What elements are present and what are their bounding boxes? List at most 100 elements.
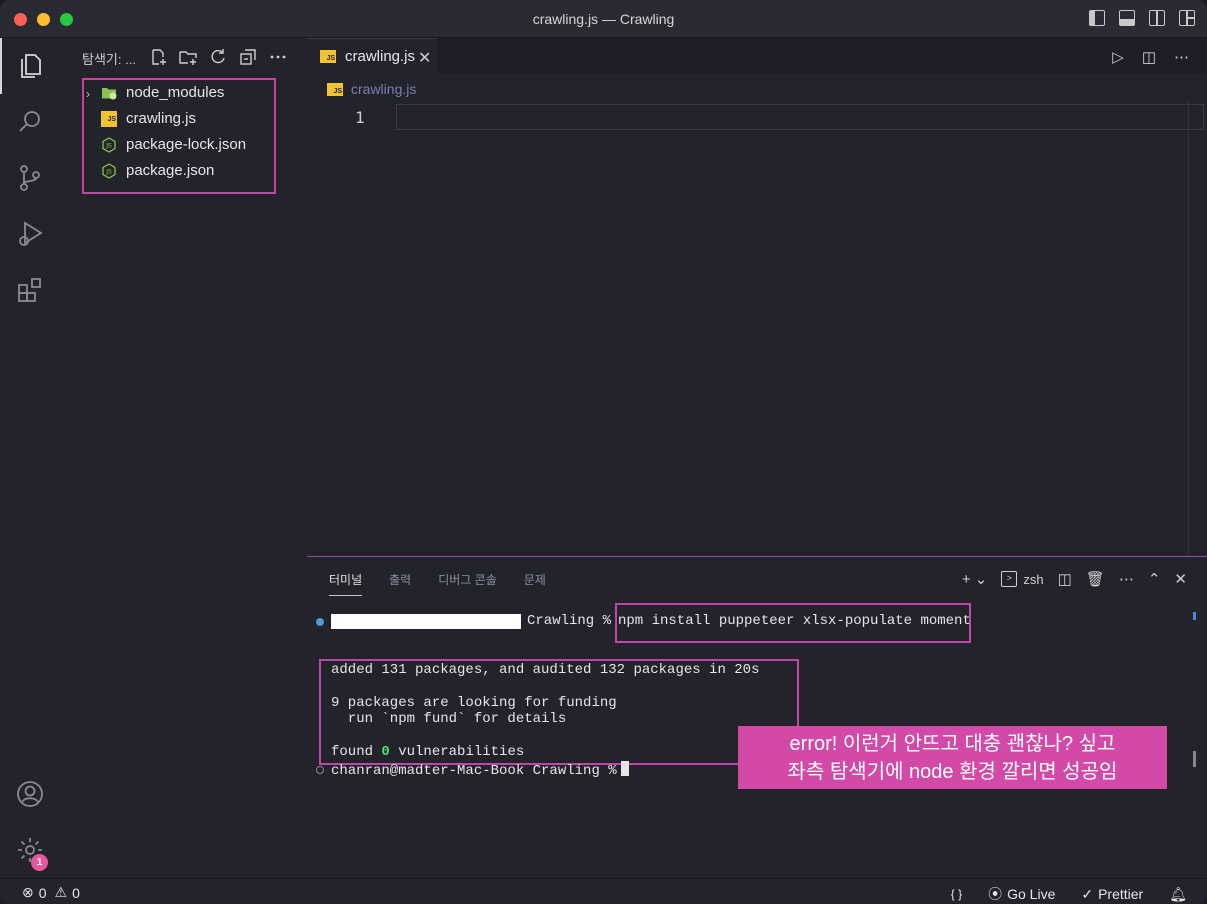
shell-selector[interactable]: > zsh bbox=[1001, 571, 1044, 587]
tree-item-label: package-lock.json bbox=[126, 136, 247, 153]
editor-scrollbar[interactable] bbox=[1188, 100, 1189, 556]
shell-name: zsh bbox=[1023, 571, 1044, 587]
annotation-line: error! 이런거 안뜨고 대충 괜찮나? 싶고 bbox=[789, 733, 1116, 755]
warning-icon: ⚠︎ bbox=[54, 884, 68, 900]
tree-item-crawling-js[interactable]: JS crawling.js bbox=[84, 106, 274, 132]
toggle-secondary-sidebar-icon[interactable] bbox=[1149, 10, 1165, 26]
node-json-icon: JS bbox=[102, 137, 116, 153]
run-debug-icon[interactable] bbox=[0, 206, 60, 262]
settings-badge: 1 bbox=[31, 854, 48, 871]
terminal-icon: > bbox=[1001, 571, 1018, 587]
activity-bar: 1 bbox=[0, 38, 60, 878]
run-file-icon[interactable]: ▷ bbox=[1112, 48, 1124, 66]
window-title: crawling.js — Crawling bbox=[532, 11, 675, 27]
tree-item-label: node_modules bbox=[126, 84, 225, 101]
editor-tabs: JS crawling.js ✕ ▷ ◫ ⋯ bbox=[307, 38, 1207, 74]
editor-actions: ▷ ◫ ⋯ bbox=[1112, 48, 1189, 66]
status-bar: ⊗ 0 ⚠︎ 0 { } ⦿ Go Live ✓ Prettier 🔔︎ bbox=[0, 878, 1207, 904]
status-right: { } ⦿ Go Live ✓ Prettier 🔔︎ bbox=[951, 884, 1187, 904]
vscode-window: crawling.js — Crawling 1 탐색기: ... › node… bbox=[0, 0, 1207, 904]
redacted-username bbox=[331, 614, 521, 629]
tab-label: crawling.js bbox=[345, 48, 416, 65]
account-icon[interactable] bbox=[0, 766, 60, 822]
svg-text:JS: JS bbox=[105, 143, 112, 150]
terminal-cursor bbox=[620, 761, 629, 776]
panel-tabs: 터미널 출력 디버그 콘솔 문제 bbox=[329, 571, 546, 596]
final-prompt-text: chanran@madter-Mac-Book Crawling % bbox=[331, 763, 617, 779]
command-highlight bbox=[615, 603, 971, 643]
collapse-all-icon[interactable] bbox=[238, 47, 258, 67]
more-actions-icon[interactable]: ⋯ bbox=[1119, 570, 1134, 588]
explorer-icon[interactable] bbox=[0, 38, 60, 94]
go-live-label: Go Live bbox=[1007, 886, 1056, 902]
tab-crawling-js[interactable]: JS crawling.js ✕ bbox=[307, 38, 437, 74]
breadcrumb-file: crawling.js bbox=[351, 81, 417, 97]
tab-problems[interactable]: 문제 bbox=[524, 571, 546, 596]
new-file-icon[interactable] bbox=[148, 47, 168, 67]
panel-actions: + ⌄ > zsh ◫ 🗑︎ ⋯ ⌃ ✕ bbox=[962, 570, 1187, 588]
annotation-line: 좌측 탐색기에 node 환경 깔리면 성공임 bbox=[787, 761, 1118, 783]
settings-gear-icon[interactable]: 1 bbox=[0, 822, 60, 878]
trash-icon[interactable]: 🗑︎ bbox=[1086, 570, 1105, 588]
problems-status[interactable]: ⊗ 0 ⚠︎ 0 bbox=[22, 884, 80, 901]
js-file-icon: JS bbox=[320, 50, 336, 63]
breadcrumb[interactable]: JS crawling.js bbox=[327, 81, 416, 97]
final-prompt[interactable]: chanran@madter-Mac-Book Crawling % bbox=[331, 761, 629, 779]
customize-layout-icon[interactable] bbox=[1179, 10, 1195, 26]
more-actions-icon[interactable]: ⋯ bbox=[1174, 48, 1189, 66]
node-json-icon: JS bbox=[102, 163, 116, 179]
refresh-icon[interactable] bbox=[208, 47, 228, 67]
prettier-button[interactable]: ✓ Prettier bbox=[1081, 886, 1143, 903]
tree-item-node-modules[interactable]: › node_modules bbox=[84, 80, 274, 106]
terminal-panel: 터미널 출력 디버그 콘솔 문제 + ⌄ > zsh ◫ 🗑︎ ⋯ ⌃ ✕ Cr… bbox=[307, 556, 1207, 878]
close-tab-icon[interactable]: ✕ bbox=[418, 48, 431, 68]
extensions-icon[interactable] bbox=[0, 262, 60, 318]
prompt-dir: Crawling % bbox=[527, 613, 612, 629]
broadcast-icon: ⦿ bbox=[988, 886, 1003, 902]
source-control-icon[interactable] bbox=[0, 150, 60, 206]
error-icon: ⊗ bbox=[22, 884, 34, 900]
svg-text:JS: JS bbox=[105, 169, 112, 176]
search-icon[interactable] bbox=[0, 94, 60, 150]
editor-area: JS crawling.js ✕ ▷ ◫ ⋯ JS crawling.js 1 bbox=[307, 38, 1207, 556]
double-check-icon: ✓ bbox=[1081, 885, 1094, 902]
tree-item-package-json[interactable]: JS package.json bbox=[84, 158, 274, 184]
terminal-scrollbar[interactable] bbox=[1193, 751, 1196, 767]
go-live-button[interactable]: ⦿ Go Live bbox=[988, 884, 1055, 904]
terminal-scroll-marker bbox=[1193, 612, 1196, 620]
tree-item-label: package.json bbox=[126, 162, 215, 179]
layout-controls bbox=[1089, 10, 1195, 26]
split-terminal-icon[interactable]: ◫ bbox=[1058, 570, 1072, 588]
command-success-dot[interactable] bbox=[316, 618, 324, 626]
js-file-icon: JS bbox=[327, 82, 343, 96]
close-panel-icon[interactable]: ✕ bbox=[1174, 570, 1187, 588]
explorer-actions bbox=[148, 47, 288, 67]
notifications-bell-icon[interactable]: 🔔︎ bbox=[1169, 886, 1187, 903]
split-editor-icon[interactable]: ◫ bbox=[1142, 48, 1156, 66]
new-folder-icon[interactable] bbox=[178, 47, 198, 67]
explorer-header: 탐색기: ... bbox=[82, 52, 136, 67]
toggle-panel-icon[interactable] bbox=[1119, 10, 1135, 26]
tree-item-package-lock-json[interactable]: JS package-lock.json bbox=[84, 132, 274, 158]
js-file-icon: JS bbox=[101, 111, 117, 127]
code-line[interactable] bbox=[396, 104, 1204, 130]
warning-count: 0 bbox=[72, 884, 80, 901]
error-count: 0 bbox=[38, 884, 47, 901]
output-highlight bbox=[319, 659, 799, 765]
folder-node-icon bbox=[102, 88, 117, 100]
tree-item-label: crawling.js bbox=[126, 110, 197, 127]
new-terminal-icon[interactable]: + ⌄ bbox=[962, 570, 988, 588]
language-mode[interactable]: { } bbox=[951, 887, 962, 901]
line-number: 1 bbox=[355, 108, 365, 127]
prettier-label: Prettier bbox=[1098, 886, 1144, 902]
tab-output[interactable]: 출력 bbox=[389, 571, 411, 596]
title-bar: crawling.js — Crawling bbox=[0, 0, 1207, 38]
explorer-sidebar: 탐색기: ... › node_modules JS crawling.js J… bbox=[60, 38, 306, 878]
tab-terminal[interactable]: 터미널 bbox=[329, 571, 363, 596]
toggle-primary-sidebar-icon[interactable] bbox=[1089, 10, 1105, 26]
tab-debug-console[interactable]: 디버그 콘솔 bbox=[438, 571, 497, 596]
more-actions-icon[interactable] bbox=[268, 47, 288, 67]
file-tree-highlight: › node_modules JS crawling.js JS package… bbox=[82, 78, 276, 194]
maximize-panel-icon[interactable]: ⌃ bbox=[1148, 570, 1161, 588]
annotation-callout: error! 이런거 안뜨고 대충 괜찮나? 싶고 좌측 탐색기에 node 환… bbox=[738, 726, 1167, 789]
